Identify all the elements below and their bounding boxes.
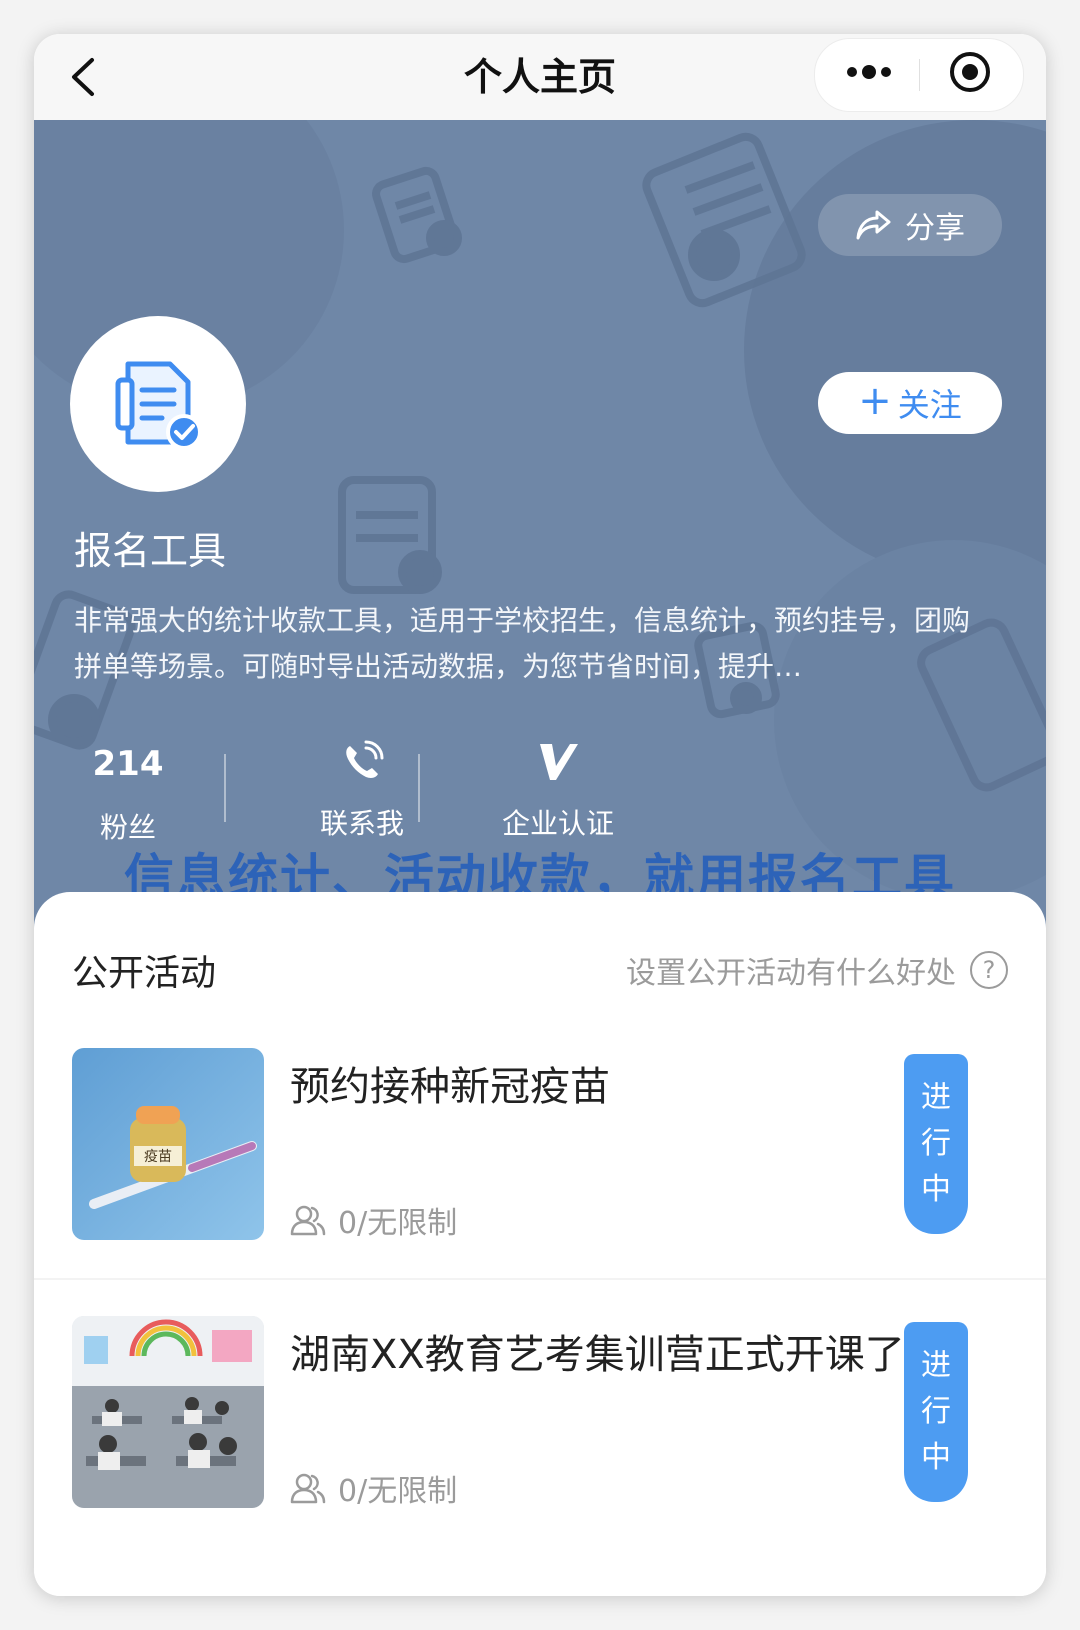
users-icon bbox=[290, 1205, 326, 1236]
card-divider bbox=[34, 1278, 1046, 1280]
follow-button[interactable]: + 关注 bbox=[818, 372, 1002, 434]
section-title: 公开活动 bbox=[72, 953, 217, 994]
status-char: 中 bbox=[921, 1440, 951, 1475]
navigation-bar: 个人主页 bbox=[34, 34, 1046, 120]
more-button[interactable] bbox=[815, 39, 919, 111]
share-button[interactable]: 分享 bbox=[818, 194, 1002, 256]
stats-divider bbox=[418, 754, 420, 822]
profile-description: 非常强大的统计收款工具，适用于学校招生，信息统计，预约挂号，团购拼单等场景。可随… bbox=[74, 604, 971, 683]
status-badge: 进 行 中 bbox=[904, 1054, 968, 1234]
plus-icon: + bbox=[858, 378, 892, 424]
contact-me-button[interactable]: 联系我 bbox=[302, 740, 422, 842]
share-label: 分享 bbox=[905, 211, 965, 246]
contact-label: 联系我 bbox=[319, 807, 404, 840]
question-icon: ? bbox=[970, 951, 1008, 989]
status-char: 中 bbox=[921, 1172, 951, 1207]
avatar bbox=[70, 316, 246, 492]
public-activities-panel: 公开活动 设置公开活动有什么好处 ? 疫苗 预约接种新冠疫苗 0/无限制 进 行… bbox=[34, 892, 1046, 1596]
status-char: 进 bbox=[921, 1080, 951, 1115]
vaccine-label: 疫苗 bbox=[144, 1149, 172, 1165]
profile-name: 报名工具 bbox=[74, 529, 227, 573]
certification-label: 企业认证 bbox=[501, 807, 614, 840]
activity-title: 预约接种新冠疫苗 bbox=[290, 1064, 610, 1110]
fans-stat: 214 粉丝 bbox=[74, 740, 182, 846]
users-icon bbox=[290, 1473, 326, 1504]
follow-label: 关注 bbox=[897, 386, 962, 424]
document-check-icon bbox=[115, 361, 202, 450]
stats-divider bbox=[224, 754, 226, 822]
close-miniprogram-button[interactable] bbox=[920, 39, 1023, 111]
status-char: 进 bbox=[921, 1348, 951, 1383]
more-dots-icon bbox=[847, 65, 891, 79]
activity-card[interactable]: 湖南XX教育艺考集训营正式开课了 0/无限制 进 行 中 bbox=[34, 1316, 1046, 1540]
participant-count: 0/无限制 bbox=[290, 1466, 457, 1510]
share-icon bbox=[856, 210, 891, 240]
activity-title: 湖南XX教育艺考集训营正式开课了 bbox=[290, 1332, 905, 1378]
target-circle-icon bbox=[950, 52, 990, 92]
status-char: 行 bbox=[921, 1394, 951, 1429]
profile-stats: 214 粉丝 联系我 企业认证 bbox=[74, 740, 674, 850]
fans-count: 214 bbox=[92, 744, 164, 784]
classroom-thumbnail bbox=[72, 1316, 264, 1508]
activity-card[interactable]: 疫苗 预约接种新冠疫苗 0/无限制 进 行 中 bbox=[34, 1048, 1046, 1272]
status-char: 行 bbox=[921, 1126, 951, 1161]
participant-text: 0/无限制 bbox=[338, 1206, 458, 1241]
status-badge: 进 行 中 bbox=[904, 1322, 968, 1502]
phone-icon bbox=[346, 740, 384, 778]
help-text: 设置公开活动有什么好处 bbox=[626, 956, 956, 991]
enterprise-certification-button[interactable]: 企业认证 bbox=[488, 740, 628, 842]
participant-text: 0/无限制 bbox=[338, 1474, 458, 1509]
participant-count: 0/无限制 bbox=[290, 1198, 457, 1242]
mini-program-capsule bbox=[814, 38, 1024, 112]
profile-header: 分享 + 关注 报名工具 非常强大的统计收款工具，适用于学校招生，信息统计，预约… bbox=[34, 120, 1046, 970]
help-link[interactable]: 设置公开活动有什么好处 ? bbox=[626, 948, 1008, 992]
vaccine-thumbnail: 疫苗 bbox=[72, 1048, 264, 1240]
phone-screen: 个人主页 分享 + 关注 报名工具 非常强大的统计收款工具，适用于学校招生，信息… bbox=[34, 34, 1046, 1596]
verified-v-icon bbox=[540, 744, 578, 780]
